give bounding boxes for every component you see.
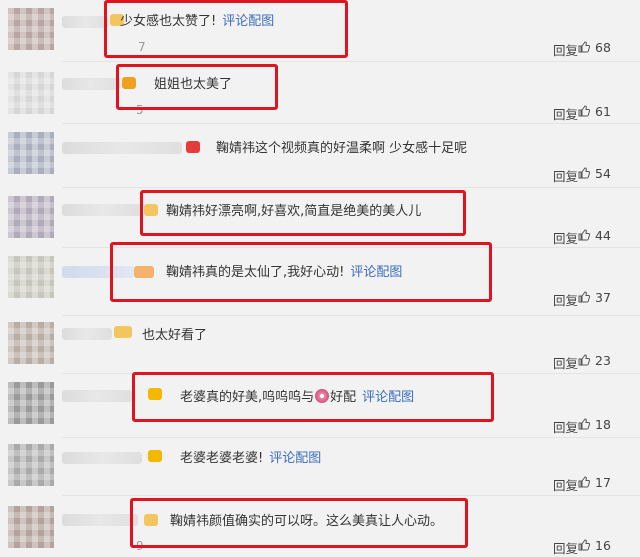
star-badge-icon <box>186 141 200 153</box>
thumbs-up-icon <box>578 539 590 551</box>
avatar[interactable] <box>8 506 54 548</box>
username-blurred[interactable] <box>62 328 112 340</box>
reply-button[interactable]: 回复 <box>553 475 578 494</box>
avatar[interactable] <box>8 132 54 174</box>
reply-button[interactable]: 回复 <box>553 104 578 123</box>
username-blurred[interactable] <box>62 16 108 28</box>
comment-text: 老婆老婆老婆! 评论配图 <box>180 451 322 466</box>
highlight-box <box>130 498 468 548</box>
comment-image-link[interactable]: 评论配图 <box>269 451 321 466</box>
comment-row: 姐姐也太美了 5 回复 61 <box>0 62 640 124</box>
reply-button[interactable]: 回复 <box>553 40 578 59</box>
avatar[interactable] <box>8 444 54 486</box>
avatar[interactable] <box>8 382 54 424</box>
like-button[interactable]: 37 <box>578 290 630 305</box>
reply-button[interactable]: 回复 <box>553 417 578 436</box>
comment-row: 少女感也太赞了! 评论配图 7 回复 68 <box>0 0 640 62</box>
comment-row: 鞠婧祎好漂亮啊,好喜欢,简直是绝美的美人儿 回复 44 <box>0 188 640 248</box>
avatar[interactable] <box>8 8 54 50</box>
username-blurred[interactable] <box>62 514 138 526</box>
thumbs-up-icon <box>578 418 590 430</box>
comment-row: 老婆老婆老婆! 评论配图 回复 17 <box>0 438 640 496</box>
highlight-box <box>116 64 278 110</box>
like-button[interactable]: 54 <box>578 166 630 181</box>
reply-button[interactable]: 回复 <box>553 228 578 247</box>
thumbs-up-icon <box>578 354 590 366</box>
thumbs-up-icon <box>578 167 590 179</box>
avatar[interactable] <box>8 322 54 364</box>
like-button[interactable]: 61 <box>578 104 630 119</box>
highlight-box <box>132 372 494 422</box>
thumbs-up-icon <box>578 105 590 117</box>
highlight-box <box>140 190 466 236</box>
reply-button[interactable]: 回复 <box>553 290 578 309</box>
comment-row: 鞠婧祎这个视频真的好温柔啊 少女感十足呢 回复 54 <box>0 124 640 188</box>
like-button[interactable]: 17 <box>578 475 630 490</box>
thumbs-up-icon <box>578 229 590 241</box>
username-blurred[interactable] <box>62 452 142 464</box>
username-blurred[interactable] <box>62 204 142 216</box>
like-button[interactable]: 68 <box>578 40 630 55</box>
like-button[interactable]: 16 <box>578 538 630 553</box>
comment-row: 老婆真的好美,呜呜呜与 好配 评论配图 回复 18 <box>0 372 640 438</box>
fan-badge-icon <box>114 326 132 338</box>
username-blurred[interactable] <box>62 390 132 402</box>
comment-text: 鞠婧祎这个视频真的好温柔啊 少女感十足呢 <box>216 141 468 156</box>
username-blurred[interactable] <box>62 142 182 154</box>
reply-button[interactable]: 回复 <box>553 166 578 185</box>
v-badge-icon <box>148 450 162 462</box>
comment-row: 鞠婧祎颜值确实的可以呀。这么美真让人心动。 9 回复 16 <box>0 496 640 557</box>
thumbs-up-icon <box>578 476 590 488</box>
comment-text: 也太好看了 <box>142 328 208 343</box>
like-button[interactable]: 18 <box>578 417 630 432</box>
avatar[interactable] <box>8 196 54 238</box>
thumbs-up-icon <box>578 41 590 53</box>
like-button[interactable]: 23 <box>578 353 630 368</box>
username-blurred[interactable] <box>62 78 120 90</box>
highlight-box <box>110 242 492 302</box>
thumbs-up-icon <box>578 291 590 303</box>
avatar[interactable] <box>8 72 54 114</box>
comment-row: 鞠婧祎真的是太仙了,我好心动! 评论配图 回复 37 <box>0 242 640 316</box>
comment-row: 也太好看了 回复 23 <box>0 316 640 374</box>
like-button[interactable]: 44 <box>578 228 630 243</box>
highlight-box <box>104 0 348 58</box>
reply-button[interactable]: 回复 <box>553 353 578 372</box>
reply-button[interactable]: 回复 <box>553 538 578 557</box>
avatar[interactable] <box>8 256 54 298</box>
